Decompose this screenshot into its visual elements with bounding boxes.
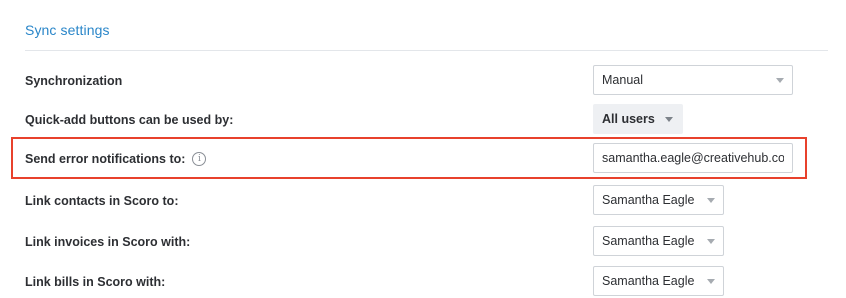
quick-add-select[interactable]: All users: [593, 104, 683, 134]
link-bills-label: Link bills in Scoro with:: [25, 275, 166, 289]
link-invoices-label: Link invoices in Scoro with:: [25, 235, 191, 249]
chevron-down-icon: [707, 279, 715, 284]
link-invoices-row: Link invoices in Scoro with: Samantha Ea…: [0, 226, 846, 258]
chevron-down-icon: [707, 239, 715, 244]
link-bills-row: Link bills in Scoro with: Samantha Eagle: [0, 266, 846, 298]
link-invoices-select[interactable]: Samantha Eagle: [593, 226, 724, 256]
link-contacts-label: Link contacts in Scoro to:: [25, 194, 179, 208]
section-divider: [25, 50, 828, 51]
chevron-down-icon: [776, 78, 784, 83]
section-title: Sync settings: [25, 22, 110, 38]
error-notifications-label-text: Send error notifications to:: [25, 152, 186, 166]
quick-add-row: Quick-add buttons can be used by: All us…: [0, 104, 846, 136]
info-icon[interactable]: i: [192, 152, 207, 166]
error-notifications-label: Send error notifications to: i: [25, 152, 207, 166]
link-contacts-row: Link contacts in Scoro to: Samantha Eagl…: [0, 185, 846, 217]
synchronization-value: Manual: [602, 73, 643, 87]
quick-add-label: Quick-add buttons can be used by:: [25, 113, 234, 127]
synchronization-select[interactable]: Manual: [593, 65, 793, 95]
synchronization-label: Synchronization: [25, 74, 123, 88]
error-notifications-email-input[interactable]: [593, 143, 793, 173]
quick-add-value: All users: [602, 112, 655, 126]
link-bills-select[interactable]: Samantha Eagle: [593, 266, 724, 296]
error-notifications-row: Send error notifications to: i: [0, 143, 846, 175]
chevron-down-icon: [707, 198, 715, 203]
link-contacts-select[interactable]: Samantha Eagle: [593, 185, 724, 215]
synchronization-row: Synchronization Manual: [0, 65, 846, 97]
link-invoices-value: Samantha Eagle: [602, 234, 695, 248]
link-contacts-value: Samantha Eagle: [602, 193, 695, 207]
chevron-down-icon: [665, 117, 673, 122]
